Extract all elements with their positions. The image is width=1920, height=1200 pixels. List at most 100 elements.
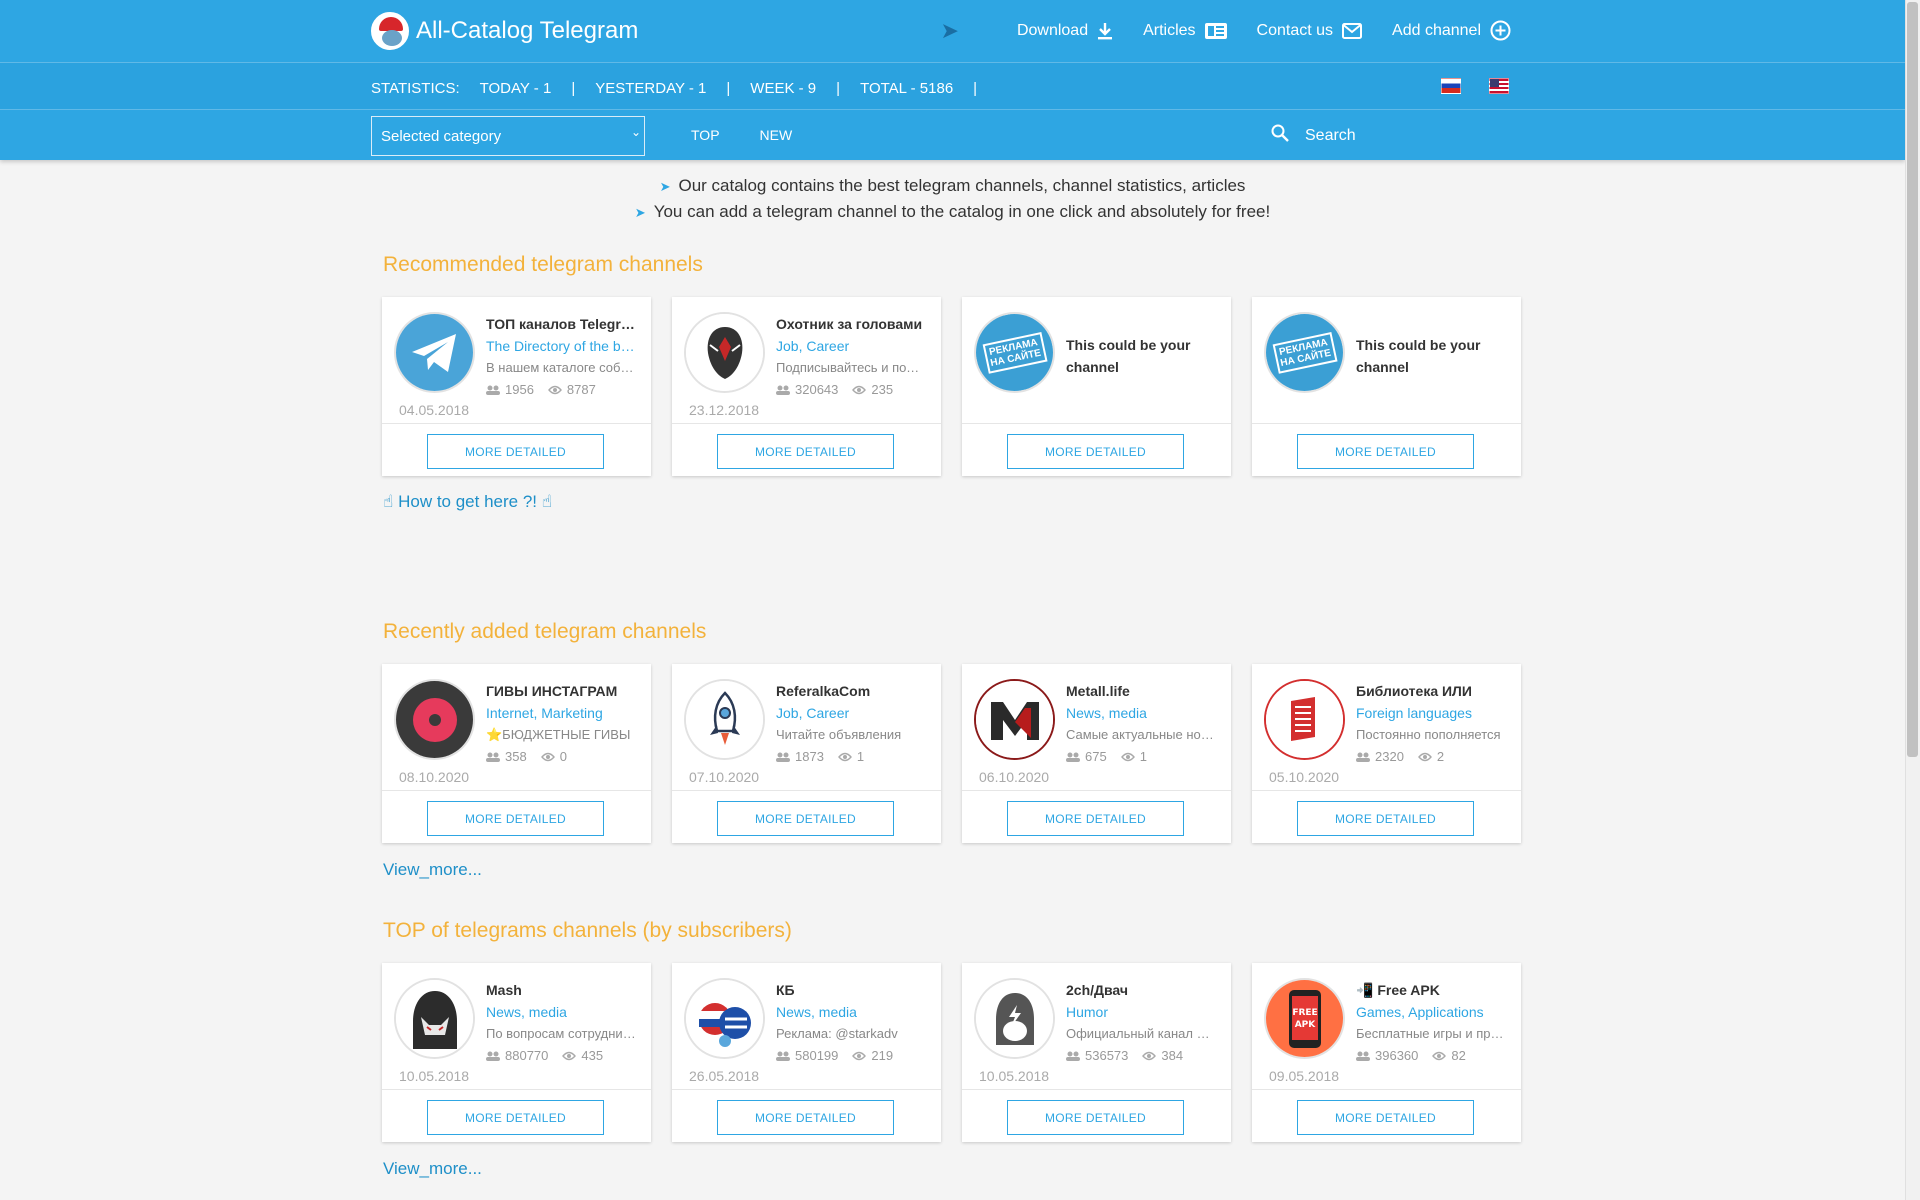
flag-us-icon[interactable] <box>1489 78 1509 94</box>
more-detailed-button[interactable]: MORE DETAILED <box>427 801 604 836</box>
more-detailed-button[interactable]: MORE DETAILED <box>717 434 894 469</box>
ad-badge-avatar: РЕКЛАМА НА САЙТЕ <box>974 312 1055 393</box>
channel-category[interactable]: Job, Career <box>776 705 926 721</box>
flag-ru-icon[interactable] <box>1441 78 1461 94</box>
channel-avatar[interactable] <box>394 978 475 1059</box>
channel-category[interactable]: Humor <box>1066 1004 1216 1020</box>
channel-stats: 675 1 <box>1066 749 1147 764</box>
channel-name[interactable]: КБ <box>776 982 926 998</box>
statistics-bar: STATISTICS: TODAY - 1 | YESTERDAY - 1 | … <box>371 80 978 97</box>
paper-plane-icon: ➤ <box>940 17 959 43</box>
channel-description: Бесплатные игры и программы <box>1356 1026 1506 1041</box>
intro-line-1: ➤ Our catalog contains the best telegram … <box>659 176 1246 195</box>
more-detailed-button[interactable]: MORE DETAILED <box>1297 1100 1474 1135</box>
subscribers-icon <box>776 1051 790 1061</box>
channel-name[interactable]: Mash <box>486 982 636 998</box>
chevron-down-icon: ⌄ <box>630 125 641 139</box>
tab-top[interactable]: TOP <box>691 127 720 143</box>
channel-category[interactable]: News, media <box>776 1004 926 1020</box>
more-detailed-button[interactable]: MORE DETAILED <box>717 801 894 836</box>
channel-avatar[interactable] <box>684 312 765 393</box>
channel-description: ⭐БЮДЖЕТНЫЕ ГИВЫ <box>486 727 631 742</box>
channel-name[interactable]: 2ch/Двач <box>1066 982 1216 998</box>
channel-avatar[interactable] <box>974 978 1055 1059</box>
channel-category[interactable]: Games, Applications <box>1356 1004 1506 1020</box>
more-detailed-button[interactable]: MORE DETAILED <box>1007 1100 1184 1135</box>
channel-name[interactable]: ГИВЫ ИНСТАГРАМ <box>486 683 636 699</box>
channel-name[interactable]: 📲 Free APK <box>1356 982 1506 999</box>
nav-add-channel[interactable]: Add channel <box>1392 20 1511 41</box>
pointing-hand-icon: ☝ <box>383 492 394 511</box>
placeholder-text: This could be your channel <box>1356 337 1481 375</box>
category-select[interactable]: Selected category ⌄ <box>371 116 645 156</box>
channel-card: ReferalkaCom Job, Career Читайте объявле… <box>672 664 941 843</box>
channel-stats: 1956 8787 <box>486 382 596 397</box>
channel-stats: 396360 82 <box>1356 1048 1466 1063</box>
nav-articles[interactable]: Articles <box>1143 22 1227 40</box>
eye-icon <box>852 1051 867 1061</box>
channel-category[interactable]: The Directory of the best <box>486 338 636 354</box>
more-detailed-button[interactable]: MORE DETAILED <box>1007 801 1184 836</box>
channel-avatar[interactable]: FREE APK <box>1264 978 1345 1059</box>
channel-card: КБ News, media Реклама: @starkadv 580199… <box>672 963 941 1142</box>
recent-title: Recently added telegram channels <box>383 620 707 643</box>
more-detailed-button[interactable]: MORE DETAILED <box>1007 434 1184 469</box>
eye-icon <box>562 1051 577 1061</box>
subscribers-icon <box>776 752 790 762</box>
paper-plane-icon: ➤ <box>659 179 671 194</box>
pointing-hand-icon: ☝ <box>541 492 553 511</box>
more-detailed-button[interactable]: MORE DETAILED <box>427 1100 604 1135</box>
scrollbar[interactable] <box>1905 0 1920 1200</box>
top-cards: Mash News, media По вопросам сотрудничес… <box>382 963 1542 1142</box>
tab-new[interactable]: NEW <box>760 127 793 143</box>
eye-icon <box>837 752 852 762</box>
channel-name[interactable]: Библиотека ИЛИ <box>1356 683 1506 699</box>
more-detailed-button[interactable]: MORE DETAILED <box>427 434 604 469</box>
subscribers-icon <box>1066 1051 1080 1061</box>
channel-category[interactable]: Internet, Marketing <box>486 705 636 721</box>
channel-name[interactable]: Metall.life <box>1066 683 1216 699</box>
search-input[interactable]: Search <box>1305 127 1356 145</box>
stats-week: WEEK - 9 <box>750 80 817 97</box>
site-logo[interactable]: All-Catalog Telegram <box>371 12 638 50</box>
channel-date: 05.10.2020 <box>1269 769 1340 785</box>
channel-description: Реклама: @starkadv <box>776 1026 898 1041</box>
eye-icon <box>547 385 562 395</box>
channel-name[interactable]: Охотник за головами <box>776 316 926 332</box>
channel-date: 06.10.2020 <box>979 769 1050 785</box>
eye-icon <box>852 385 867 395</box>
channel-avatar[interactable] <box>974 679 1055 760</box>
channel-avatar[interactable] <box>1264 679 1345 760</box>
svg-text:FREE: FREE <box>1292 1008 1317 1018</box>
how-to-get-here-link[interactable]: ☝ How to get here ?! ☝ <box>383 492 552 512</box>
view-more-link[interactable]: View_more... <box>383 1159 482 1179</box>
nav-download[interactable]: Download <box>1017 22 1113 40</box>
more-detailed-button[interactable]: MORE DETAILED <box>717 1100 894 1135</box>
channel-stats: 2320 2 <box>1356 749 1444 764</box>
channel-name[interactable]: ReferalkaCom <box>776 683 926 699</box>
scrollbar-thumb[interactable] <box>1907 2 1918 757</box>
channel-category[interactable]: Foreign languages <box>1356 705 1506 721</box>
search-icon[interactable] <box>1271 124 1289 147</box>
channel-category[interactable]: News, media <box>1066 705 1216 721</box>
channel-avatar[interactable] <box>394 312 475 393</box>
subscribers-icon <box>1356 1051 1370 1061</box>
more-detailed-button[interactable]: MORE DETAILED <box>1297 801 1474 836</box>
channel-avatar[interactable] <box>684 679 765 760</box>
channel-stats: 320643 235 <box>776 382 893 397</box>
nav-contact[interactable]: Contact us <box>1257 22 1363 40</box>
channel-stats: 1873 1 <box>776 749 864 764</box>
channel-category[interactable]: News, media <box>486 1004 636 1020</box>
sort-nav: TOP NEW <box>691 127 832 143</box>
channel-card: Библиотека ИЛИ Foreign languages Постоян… <box>1252 664 1521 843</box>
channel-name[interactable]: ТОП каналов Telegram <box>486 316 636 332</box>
site-title: All-Catalog Telegram <box>416 17 639 44</box>
channel-avatar[interactable] <box>394 679 475 760</box>
channel-category[interactable]: Job, Career <box>776 338 926 354</box>
view-more-link[interactable]: View_more... <box>383 860 482 880</box>
search-box[interactable]: Search <box>1271 124 1521 147</box>
channel-avatar[interactable] <box>684 978 765 1059</box>
more-detailed-button[interactable]: MORE DETAILED <box>1297 434 1474 469</box>
channel-date: 10.05.2018 <box>399 1068 470 1084</box>
channel-description: В нашем каталоге собраны <box>486 360 636 375</box>
